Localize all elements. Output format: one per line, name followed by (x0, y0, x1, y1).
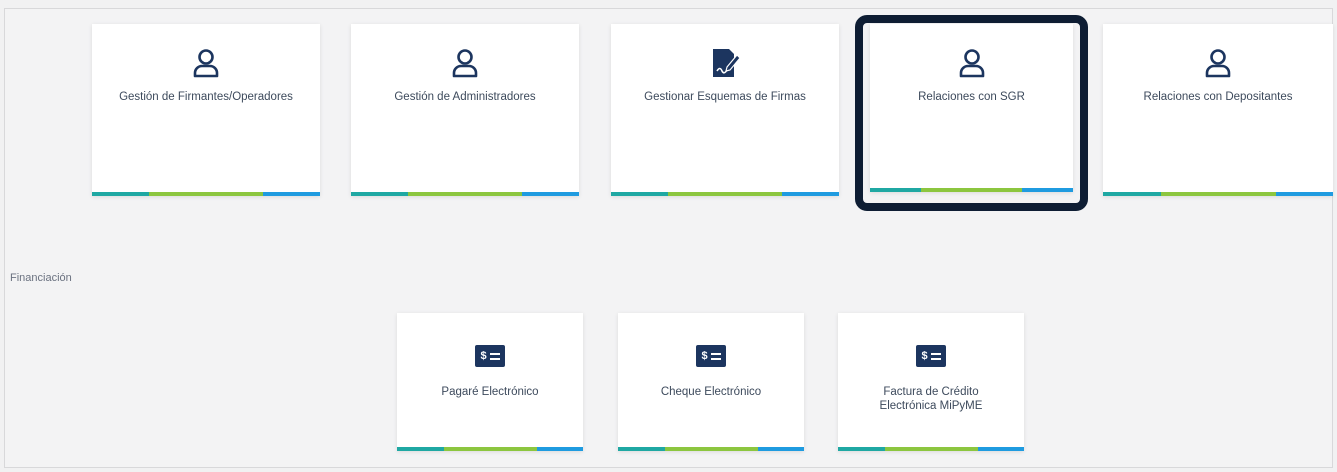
selection-highlight (855, 15, 1088, 211)
card-label: Pagaré Electrónico (441, 386, 539, 398)
card-gestion-administradores[interactable]: Gestión de Administradores (351, 24, 579, 196)
card-gestionar-esquemas[interactable]: Gestionar Esquemas de Firmas (611, 24, 839, 196)
money-icon: $ (475, 339, 505, 373)
card-accent-bar (611, 192, 839, 196)
money-icon: $ (696, 339, 726, 373)
card-accent-bar (92, 192, 320, 196)
card-gestion-firmantes[interactable]: Gestión de Firmantes/Operadores (92, 24, 320, 196)
card-pagare-electronico[interactable]: $ Pagaré Electrónico (397, 313, 583, 451)
card-factura-credito[interactable]: $ Factura de Crédito Electrónica MiPyME (838, 313, 1024, 451)
card-accent-bar (397, 447, 583, 451)
user-icon (1203, 46, 1233, 80)
card-accent-bar (1103, 192, 1333, 196)
card-label: Gestión de Firmantes/Operadores (119, 91, 293, 103)
signature-document-icon (710, 46, 740, 80)
card-relaciones-depositantes[interactable]: Relaciones con Depositantes (1103, 24, 1333, 196)
card-accent-bar (351, 192, 579, 196)
card-label: Factura de Crédito Electrónica MiPyME (879, 386, 983, 412)
card-cheque-electronico[interactable]: $ Cheque Electrónico (618, 313, 804, 451)
card-label: Gestionar Esquemas de Firmas (644, 91, 806, 103)
card-label: Relaciones con Depositantes (1143, 91, 1293, 103)
user-icon (450, 46, 480, 80)
section-title-financiacion: Financiación (10, 272, 72, 284)
card-label: Cheque Electrónico (660, 386, 762, 398)
card-label: Gestión de Administradores (394, 91, 536, 103)
card-accent-bar (838, 447, 1024, 451)
card-accent-bar (618, 447, 804, 451)
money-icon: $ (916, 339, 946, 373)
user-icon (191, 46, 221, 80)
